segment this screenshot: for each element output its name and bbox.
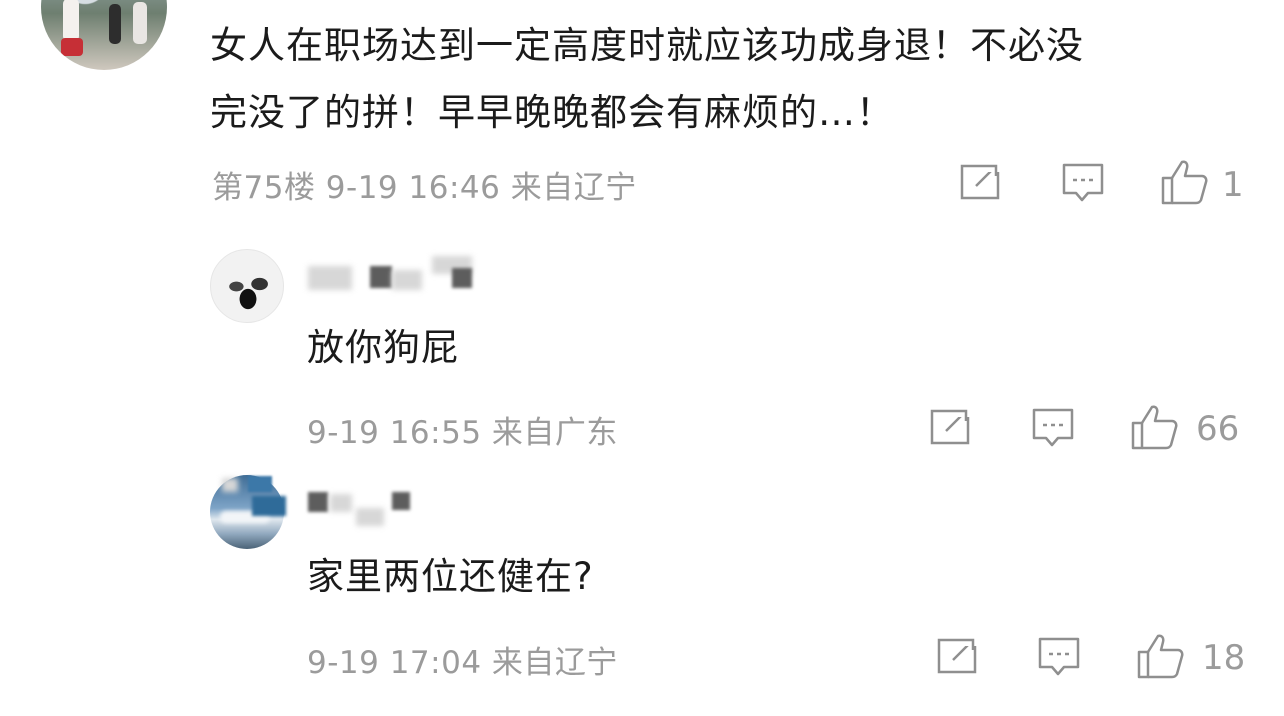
thumbs-up-icon[interactable] [1160, 158, 1208, 206]
edit-icon[interactable] [930, 407, 972, 445]
like-count: 66 [1196, 409, 1240, 449]
username-blurred [356, 508, 384, 526]
username-blurred [248, 476, 272, 492]
reply-meta: 9-19 16:55 来自广东 [307, 415, 618, 451]
avatar-figure [133, 2, 147, 44]
comment-meta: 第75楼 9-19 16:46 来自辽宁 [212, 170, 637, 206]
thumbs-up-icon[interactable] [1136, 632, 1184, 680]
avatar-figure [109, 4, 121, 44]
username-blurred [308, 266, 352, 290]
avatar-figure-skirt [61, 38, 83, 56]
reply-meta: 9-19 17:04 来自辽宁 [307, 645, 618, 681]
username-blurred [392, 492, 410, 510]
username-blurred [222, 478, 238, 492]
comment-icon[interactable] [1032, 408, 1074, 448]
comment-text: 女人在职场达到一定高度时就应该功成身退！不必没 [210, 24, 1084, 67]
username-blurred [370, 266, 392, 288]
comment-icon[interactable] [1038, 637, 1080, 677]
avatar[interactable] [210, 249, 284, 323]
username-blurred [330, 494, 352, 512]
comment-icon[interactable] [1062, 163, 1104, 203]
reply-text: 放你狗屁 [307, 326, 459, 369]
avatar-sketch [219, 264, 277, 314]
username-blurred [392, 270, 422, 290]
reply-text: 家里两位还健在? [307, 555, 594, 598]
edit-icon[interactable] [937, 636, 979, 674]
avatar[interactable] [41, 0, 167, 70]
like-count: 1 [1222, 165, 1244, 205]
avatar-figure [63, 0, 79, 42]
username-blurred [452, 268, 472, 288]
thumbs-up-icon[interactable] [1130, 403, 1178, 451]
like-count: 18 [1202, 638, 1246, 678]
comment-text: 完没了的拼！早早晚晚都会有麻烦的…！ [210, 91, 894, 134]
username-blurred [308, 492, 328, 512]
edit-icon[interactable] [960, 162, 1002, 200]
username-blurred [252, 496, 286, 516]
